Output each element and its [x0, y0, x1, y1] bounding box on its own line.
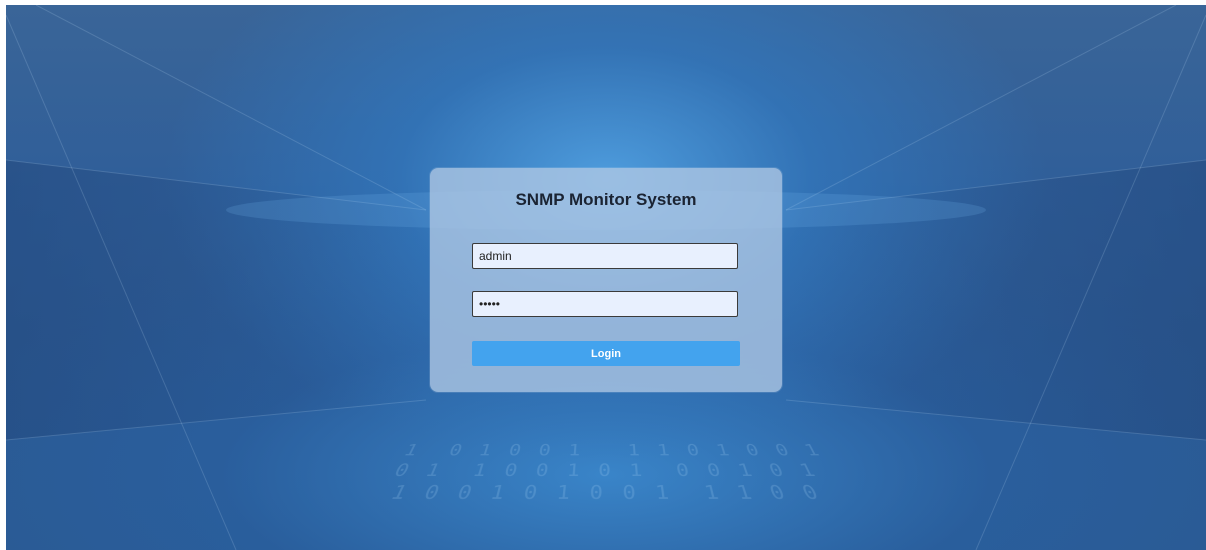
password-input[interactable] [472, 291, 738, 317]
login-card: SNMP Monitor System Login [430, 168, 782, 392]
page-title: SNMP Monitor System [515, 190, 697, 209]
binary-digits-decoration: 1 0 1 0 0 1 1 1 0 1 0 0 1 0 1 1 0 0 1 0 … [386, 442, 826, 505]
login-button[interactable]: Login [472, 341, 740, 366]
login-background: 1 0 1 0 0 1 1 1 0 1 0 0 1 0 1 1 0 0 1 0 … [6, 5, 1206, 550]
username-input[interactable] [472, 243, 738, 269]
